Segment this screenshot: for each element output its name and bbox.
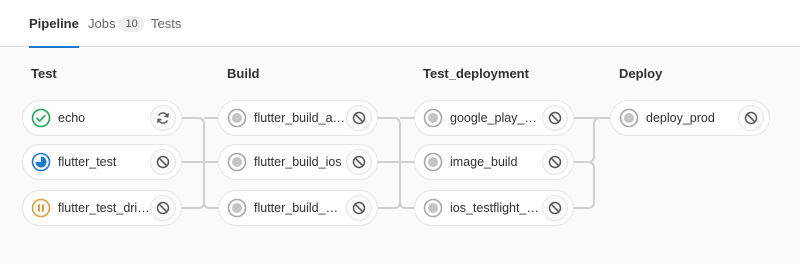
job-name: echo — [58, 111, 86, 125]
job-ios-testflight-beta[interactable]: ios_testflight_b… — [414, 190, 574, 226]
status-created-icon — [423, 198, 443, 218]
status-created-icon — [619, 108, 639, 128]
job-name: google_play_be… — [450, 111, 542, 125]
job-name: flutter_test_driver — [58, 201, 154, 215]
cancel-icon — [352, 155, 366, 169]
status-created-icon — [227, 108, 247, 128]
cancel-icon — [548, 201, 562, 215]
status-running-icon — [31, 152, 51, 172]
status-success-icon — [31, 108, 51, 128]
job-name: image_build — [450, 155, 518, 169]
cancel-button[interactable] — [346, 149, 372, 175]
connector-line — [574, 117, 601, 163]
cancel-icon — [156, 201, 170, 215]
cancel-icon — [548, 155, 562, 169]
cancel-icon — [744, 111, 758, 125]
job-name: flutter_test — [58, 155, 117, 169]
cancel-icon — [156, 155, 170, 169]
job-flutter-build-web[interactable]: flutter_build_web — [218, 190, 378, 226]
stage-title-test: Test — [31, 66, 57, 81]
cancel-button[interactable] — [542, 195, 568, 221]
job-deploy-prod[interactable]: deploy_prod — [610, 100, 770, 136]
job-flutter-build-ios[interactable]: flutter_build_ios — [218, 144, 378, 180]
connector-line — [574, 161, 595, 209]
status-created-icon — [227, 152, 247, 172]
stage-title-build: Build — [227, 66, 260, 81]
status-created-icon — [423, 108, 443, 128]
cancel-button[interactable] — [346, 195, 372, 221]
cancel-icon — [548, 111, 562, 125]
stage-title-deploy: Deploy — [619, 66, 663, 81]
job-name: flutter_build_web — [254, 201, 346, 215]
cancel-button[interactable] — [346, 105, 372, 131]
job-flutter-test[interactable]: flutter_test — [22, 144, 182, 180]
job-name: flutter_build_ios — [254, 155, 342, 169]
job-google-play-beta[interactable]: google_play_be… — [414, 100, 574, 136]
retry-button[interactable] — [150, 105, 176, 131]
status-created-icon — [423, 152, 443, 172]
status-paused-icon — [31, 198, 51, 218]
job-flutter-build-android[interactable]: flutter_build_an… — [218, 100, 378, 136]
job-name: deploy_prod — [646, 111, 715, 125]
status-created-icon — [227, 198, 247, 218]
job-name: ios_testflight_b… — [450, 201, 542, 215]
job-echo[interactable]: echo — [22, 100, 182, 136]
cancel-button[interactable] — [150, 149, 176, 175]
connector-line — [378, 201, 401, 209]
cancel-icon — [352, 111, 366, 125]
stage-title-test-deployment: Test_deployment — [423, 66, 529, 81]
cancel-button[interactable] — [542, 149, 568, 175]
job-name: flutter_build_an… — [254, 111, 346, 125]
retry-icon — [157, 112, 169, 124]
cancel-icon — [352, 201, 366, 215]
job-image-build[interactable]: image_build — [414, 144, 574, 180]
cancel-button[interactable] — [738, 105, 764, 131]
job-flutter-test-driver[interactable]: flutter_test_driver — [22, 190, 182, 226]
cancel-button[interactable] — [542, 105, 568, 131]
connector-line — [182, 201, 205, 209]
cancel-button[interactable] — [150, 195, 176, 221]
